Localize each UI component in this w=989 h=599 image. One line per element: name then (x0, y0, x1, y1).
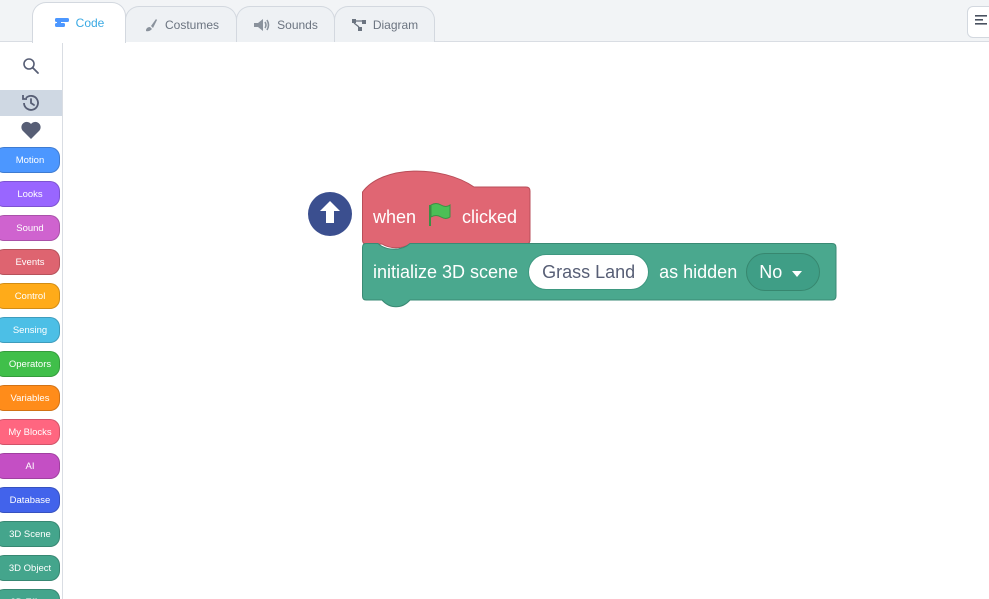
tab-sounds[interactable]: Sounds (236, 6, 335, 42)
category-operators[interactable]: Operators (0, 351, 60, 377)
category-motion[interactable]: Motion (0, 147, 60, 173)
menu-icon (975, 13, 989, 31)
category-my-blocks[interactable]: My Blocks (0, 419, 60, 445)
green-flag-icon (426, 202, 452, 233)
hidden-dropdown[interactable]: No (746, 253, 821, 291)
speaker-icon (253, 18, 271, 32)
tab-code[interactable]: Code (32, 2, 126, 43)
tab-label: Sounds (277, 17, 318, 32)
code-workspace[interactable]: when clicked initialize 3D scene Grass L… (63, 42, 989, 599)
arrow-up-icon (317, 198, 343, 231)
search-icon[interactable] (0, 54, 62, 78)
command-block-content: initialize 3D scene Grass Land as hidden… (373, 253, 821, 291)
editor-tab-bar: Code Costumes Sounds Diagram (0, 0, 989, 43)
block-text-initialize: initialize 3D scene (373, 261, 519, 282)
block-text-when: when (373, 206, 417, 227)
tab-label: Costumes (164, 17, 220, 32)
hidden-dropdown-value: No (759, 261, 783, 282)
category-database[interactable]: Database (0, 487, 60, 513)
category-looks[interactable]: Looks (0, 181, 60, 207)
block-text-as-hidden: as hidden (659, 261, 738, 282)
category-ai[interactable]: AI (0, 453, 60, 479)
block-text-clicked: clicked (462, 206, 518, 227)
category-control[interactable]: Control (0, 283, 60, 309)
caret-down-icon (791, 262, 803, 283)
category-3d-scene[interactable]: 3D Scene (0, 521, 60, 547)
diagram-icon (351, 18, 367, 32)
category-variables[interactable]: Variables (0, 385, 60, 411)
category-sound[interactable]: Sound (0, 215, 60, 241)
tab-costumes[interactable]: Costumes (125, 6, 237, 42)
hat-block-content: when clicked (373, 202, 517, 232)
tab-label: Diagram (372, 17, 419, 32)
category-sensing[interactable]: Sensing (0, 317, 60, 343)
run-script-button[interactable] (308, 192, 352, 236)
tab-label: Code (75, 16, 105, 30)
brush-icon (143, 17, 159, 33)
menu-button[interactable] (967, 6, 989, 38)
category-3d-object[interactable]: 3D Object (0, 555, 60, 581)
category-sidebar: Motion Looks Sound Events Control Sensing Oper… (0, 42, 63, 599)
tab-diagram[interactable]: Diagram (334, 6, 435, 42)
scene-name-input[interactable]: Grass Land (528, 254, 650, 290)
heart-icon[interactable] (0, 118, 62, 142)
history-icon[interactable] (0, 90, 62, 116)
code-icon (54, 17, 70, 29)
category-events[interactable]: Events (0, 249, 60, 275)
category-3d-effect[interactable]: 3D Effect (0, 589, 60, 599)
